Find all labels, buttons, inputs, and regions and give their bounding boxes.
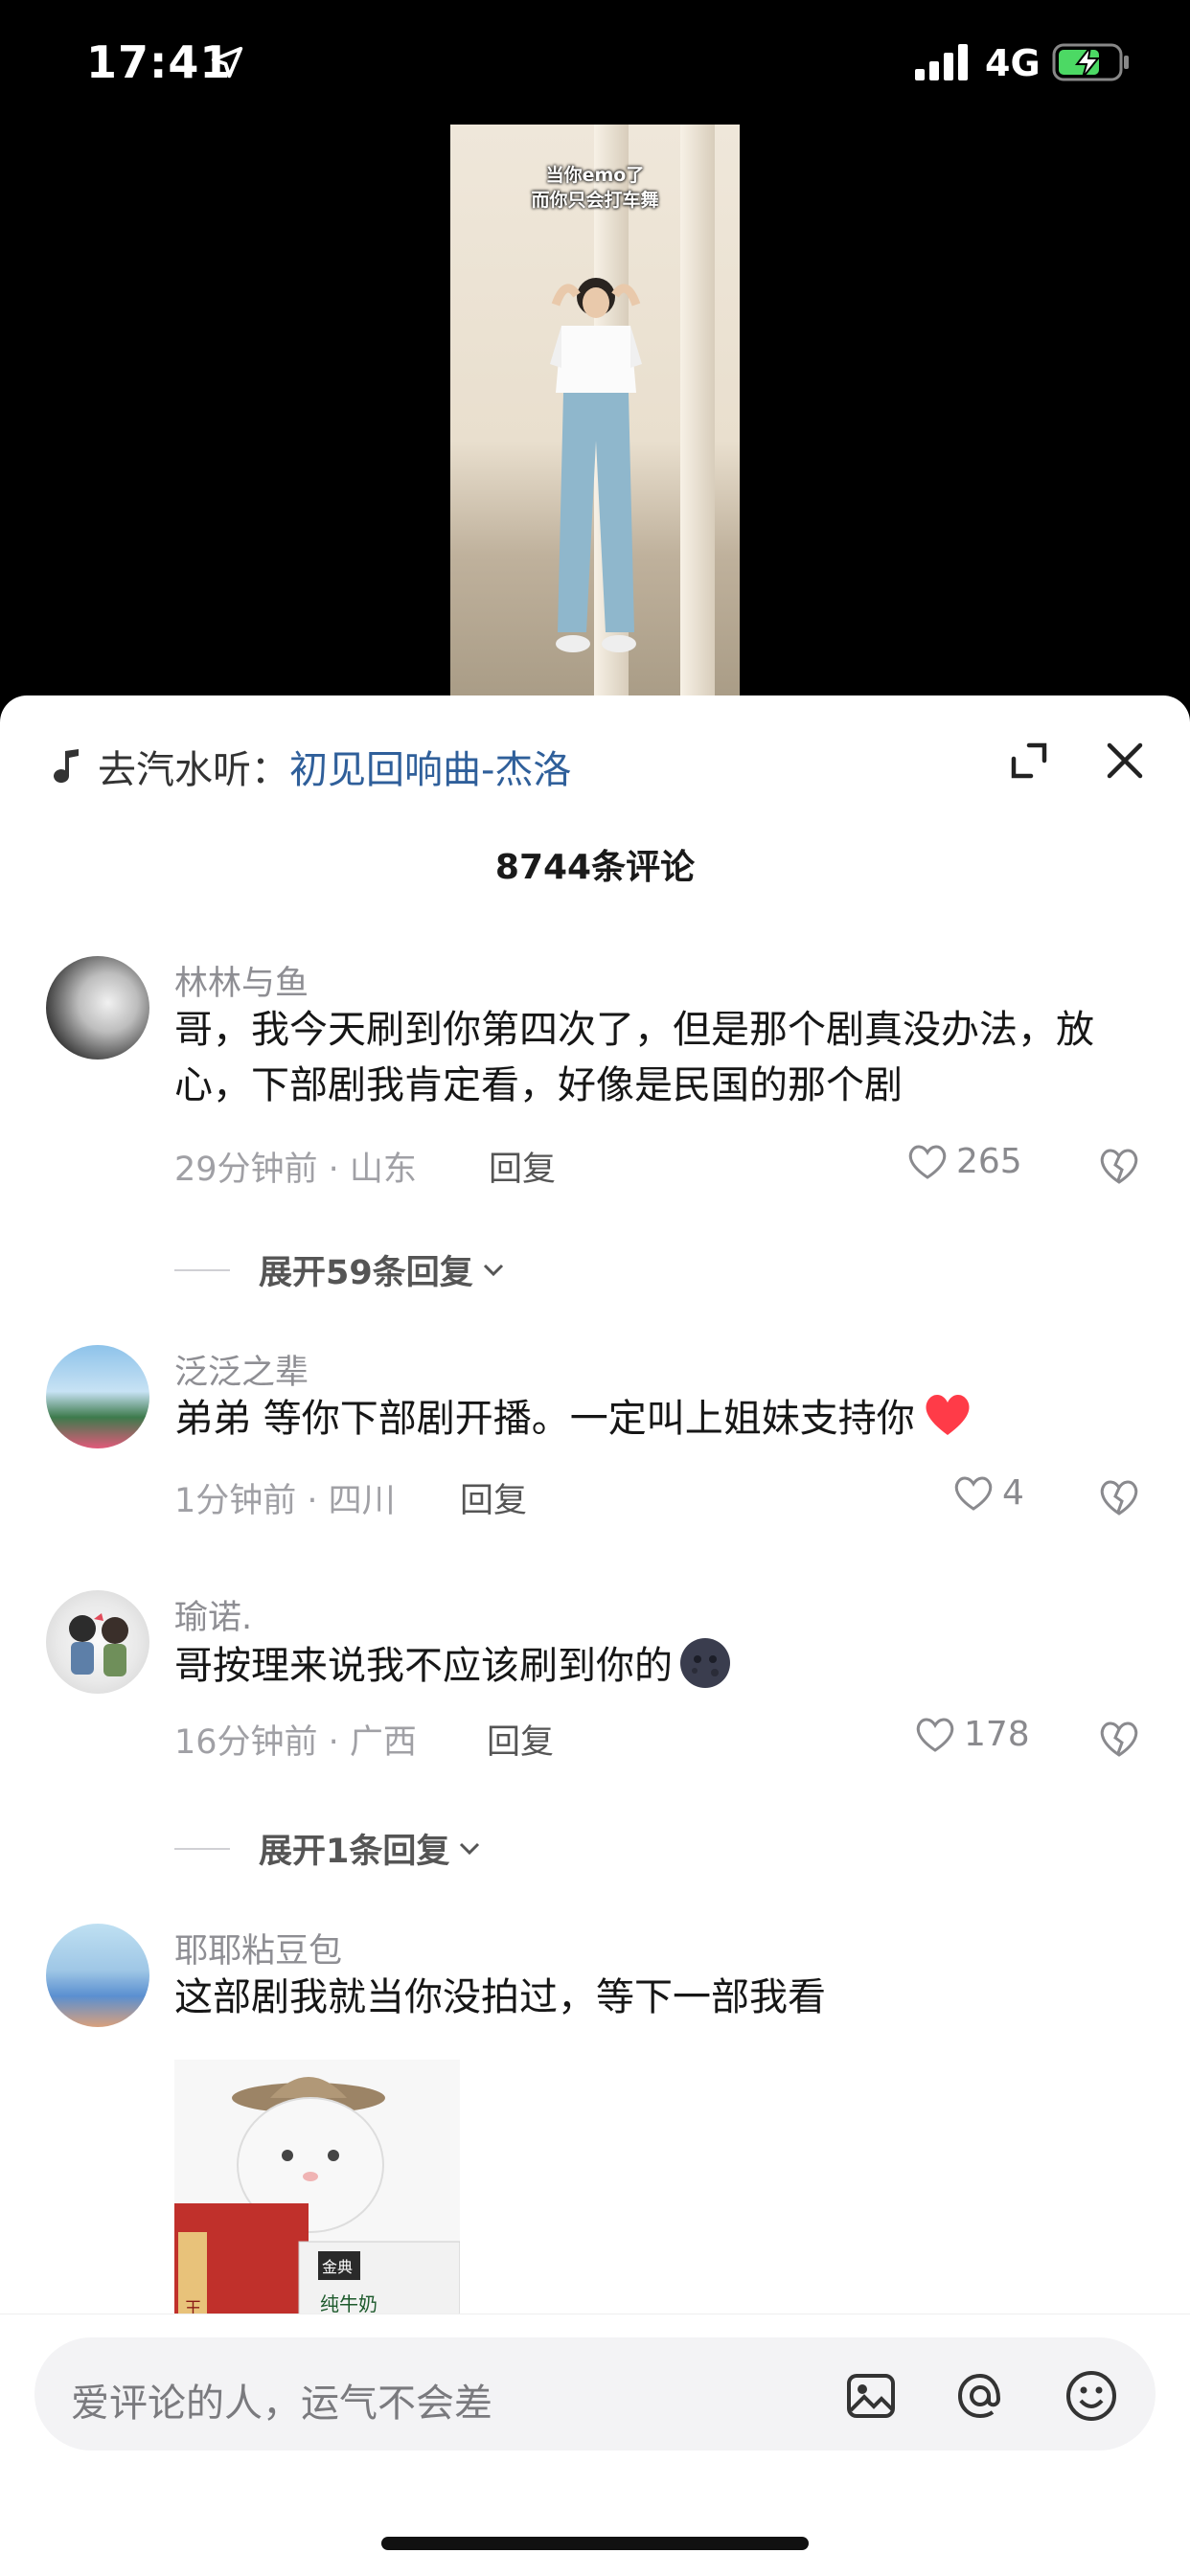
- video-caption: 当你emo了 而你只会打车舞: [450, 163, 740, 213]
- video-player[interactable]: 当你emo了 而你只会打车舞: [450, 125, 740, 699]
- comment-username[interactable]: 瑜诺.: [174, 1590, 252, 1639]
- chevron-down-icon: [483, 1264, 503, 1276]
- reply-button[interactable]: 回复: [487, 1715, 554, 1764]
- network-type: 4G: [985, 42, 1041, 84]
- avatar[interactable]: [46, 956, 149, 1060]
- cellular-signal-icon: [915, 44, 968, 80]
- close-icon[interactable]: [1100, 736, 1150, 786]
- comment-text: 弟弟 等你下部剧开播。一定叫上姐妹支持你: [174, 1391, 1133, 1447]
- red-heart-emoji: [926, 1394, 970, 1435]
- status-bar: 17:41 4G: [0, 0, 1190, 125]
- song-title[interactable]: 初见回响曲-杰洛: [289, 739, 571, 794]
- comment-meta: 16分钟前 · 广西: [174, 1723, 417, 1762]
- dancer-figure: [550, 278, 642, 652]
- divider-line: [174, 1847, 230, 1850]
- like-count: 178: [964, 1715, 1030, 1754]
- heart-outline-icon: [916, 1718, 954, 1752]
- comment-input[interactable]: 爱评论的人，运气不会差: [34, 2337, 1156, 2451]
- sticker-box-label: 纯牛奶: [320, 2292, 378, 2315]
- image-icon[interactable]: [841, 2366, 901, 2426]
- battery-charging-icon: [1052, 43, 1129, 81]
- like-button[interactable]: 4: [952, 1473, 1024, 1513]
- like-button[interactable]: 265: [906, 1142, 1022, 1181]
- home-indicator[interactable]: [381, 2537, 809, 2550]
- broken-heart-icon[interactable]: [1098, 1719, 1140, 1761]
- like-count: 265: [956, 1142, 1022, 1181]
- comment-text: 哥按理来说我不应该刷到你的: [174, 1636, 1133, 1694]
- comment-input-bar: 爱评论的人，运气不会差: [0, 2314, 1190, 2576]
- reply-button[interactable]: 回复: [489, 1142, 556, 1191]
- new-moon-face-emoji: [680, 1638, 730, 1688]
- like-button[interactable]: 178: [914, 1715, 1030, 1754]
- expand-replies-button[interactable]: 展开59条回复: [174, 1245, 508, 1294]
- expand-replies-label: 展开1条回复: [259, 1833, 450, 1871]
- music-prefix: 去汽水听：: [98, 748, 289, 792]
- broken-heart-icon[interactable]: [1098, 1477, 1140, 1519]
- comment-sticker-image[interactable]: 王老吉 金典 纯牛奶: [174, 2060, 460, 2347]
- expand-replies-label: 展开59条回复: [259, 1254, 473, 1292]
- avatar[interactable]: [46, 1345, 149, 1448]
- expand-icon[interactable]: [1006, 738, 1052, 784]
- comment-text: 哥，我今天刷到你第四次了，但是那个剧真没办法，放心，下部剧我肯定看，好像是民国的…: [174, 1008, 1094, 1107]
- heart-outline-icon: [908, 1145, 947, 1179]
- comment-meta: 29分钟前 · 山东: [174, 1151, 417, 1189]
- cat-with-gift-boxes-sticker: 王老吉 金典 纯牛奶: [174, 2077, 460, 2347]
- like-count: 4: [1002, 1473, 1024, 1513]
- music-note-icon: [54, 749, 79, 784]
- couple-avatar-illustration: [69, 1613, 128, 1676]
- expand-replies-button[interactable]: 展开1条回复: [174, 1824, 484, 1873]
- comment-meta: 1分钟前 · 四川: [174, 1482, 396, 1520]
- broken-heart-icon[interactable]: [1098, 1146, 1140, 1188]
- emoji-icon[interactable]: [1062, 2366, 1121, 2426]
- input-placeholder: 爱评论的人，运气不会差: [71, 2382, 492, 2426]
- heart-outline-icon: [954, 1476, 993, 1511]
- avatar[interactable]: [46, 1590, 149, 1694]
- comment-text: 这部剧我就当你没拍过，等下一部我看: [174, 1975, 826, 2019]
- divider-line: [174, 1268, 230, 1271]
- comment-username[interactable]: 林林与鱼: [174, 956, 309, 1005]
- caption-line: 而你只会打车舞: [531, 190, 659, 211]
- sticker-box-brand: 金典: [322, 2258, 353, 2276]
- at-mention-icon[interactable]: [950, 2366, 1010, 2426]
- comment-text-content: 弟弟 等你下部剧开播。一定叫上姐妹支持你: [174, 1397, 915, 1441]
- caption-line: 当你emo了: [545, 165, 645, 186]
- location-arrow-icon: [211, 46, 243, 79]
- music-link[interactable]: 去汽水听： 初见回响曲-杰洛: [52, 738, 571, 795]
- comment-username[interactable]: 泛泛之辈: [174, 1345, 309, 1394]
- comment-username[interactable]: 耶耶粘豆包: [174, 1924, 342, 1972]
- comments-count: 8744条评论: [494, 848, 696, 887]
- chevron-down-icon: [460, 1842, 480, 1855]
- comment-sheet: 去汽水听： 初见回响曲-杰洛 8744条评论 林林与鱼 哥，我今天刷到你第四次了…: [0, 695, 1190, 2576]
- avatar[interactable]: [46, 1924, 149, 2027]
- comment-text-content: 哥按理来说我不应该刷到你的: [174, 1644, 673, 1688]
- reply-button[interactable]: 回复: [460, 1473, 527, 1522]
